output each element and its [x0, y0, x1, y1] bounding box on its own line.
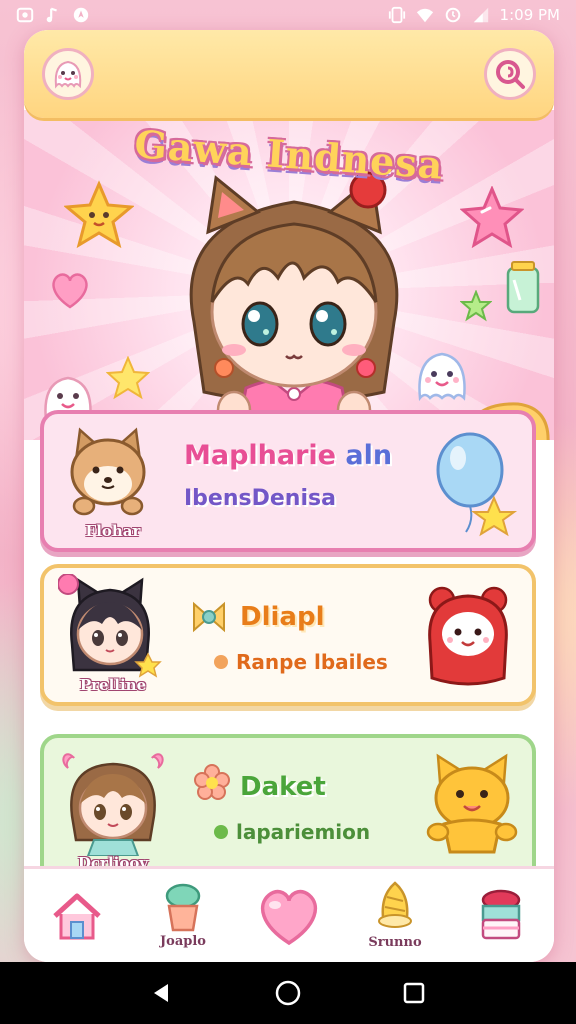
card-3-subtitle-text: lapariemion [236, 820, 371, 844]
status-time: 1:09 PM [499, 6, 560, 24]
house-icon [53, 893, 101, 939]
shiba-dog-avatar-icon [70, 427, 146, 516]
heart-icon [260, 889, 318, 945]
alarm-icon [445, 7, 460, 23]
location-icon [73, 7, 89, 23]
card-1-subtitle: IbensDenisa [184, 486, 336, 511]
yellow-cat-icon [426, 753, 518, 854]
nav-favorites[interactable] [249, 876, 329, 956]
card-2-avatar-label: Prelline [79, 676, 147, 694]
nav-garden[interactable]: Joaplo [143, 876, 223, 956]
card-3-bullet-icon [214, 825, 228, 839]
card-2-bullet-icon [214, 655, 228, 669]
pigtail-girl-avatar-icon [62, 753, 164, 857]
star-face-sticker-icon [64, 180, 134, 249]
plant-pot-icon [165, 883, 201, 932]
music-note-icon [46, 7, 57, 23]
vibrate-icon [388, 6, 405, 24]
profile-button[interactable] [42, 48, 94, 100]
home-circle-icon[interactable] [274, 979, 302, 1007]
card-3-title: Daket [240, 772, 326, 802]
card-1-avatar-label: Flohar [85, 522, 141, 540]
drink-jar-icon [506, 261, 540, 314]
red-bear-icon [428, 586, 508, 686]
back-icon[interactable] [150, 981, 174, 1005]
nav-garden-label: Joaplo [160, 934, 206, 949]
bottom-navigation: Joaplo Srunno [24, 866, 554, 962]
pink-star-sticker-icon [460, 186, 524, 248]
card-1-avatar: Flohar [58, 420, 158, 540]
card-2-subtitle: Ranpe lbailes [214, 650, 388, 674]
swirl-search-icon [496, 60, 525, 89]
system-navigation-bar [0, 962, 576, 1024]
flower-icon [194, 764, 230, 800]
app-window: Gawa Indnesa Flohar Maplharie aln IbensD… [24, 30, 554, 962]
wifi-icon [416, 8, 433, 23]
card-1-title: Maplharie aln [184, 440, 392, 471]
feature-card-2[interactable]: Prelline Dliapl Ranpe lbailes [40, 564, 536, 706]
nav-shop[interactable] [461, 876, 541, 956]
signal-icon [473, 7, 488, 23]
feature-card-3[interactable]: Dcrlioov Daket lapariemion [40, 734, 536, 884]
card-2-subtitle-text: Ranpe lbailes [236, 650, 388, 674]
balloon-icon [436, 432, 518, 537]
hero-banner: Gawa Indnesa [24, 110, 554, 440]
card-2-title: Dliapl [240, 602, 325, 632]
card-2-avatar: Prelline [57, 573, 162, 694]
feature-card-1[interactable]: Flohar Maplharie aln IbensDenisa [40, 410, 536, 552]
ice-cream-icon [378, 881, 412, 928]
ghost-face-icon [54, 60, 82, 89]
cat-girl-avatar-icon [57, 573, 162, 678]
chibi-girl-mascot [189, 171, 399, 440]
search-button[interactable] [484, 48, 536, 100]
green-star-icon [460, 290, 492, 322]
heart-sticker-icon [52, 273, 88, 309]
top-bar [24, 30, 554, 118]
nav-home[interactable] [37, 876, 117, 956]
yellow-star-icon [106, 356, 150, 400]
card-1-title-b: aln [345, 440, 393, 471]
ribbon-icon [193, 601, 225, 633]
nav-treats[interactable]: Srunno [355, 876, 435, 956]
nav-treats-label: Srunno [368, 935, 422, 950]
notification-icon [16, 7, 34, 23]
card-1-title-a: Maplharie [184, 440, 336, 471]
card-3-avatar: Dcrlioov [58, 744, 164, 872]
recents-icon[interactable] [402, 981, 426, 1005]
status-bar: 1:09 PM [0, 0, 576, 30]
card-3-subtitle: lapariemion [214, 820, 370, 844]
cake-icon [481, 889, 521, 939]
